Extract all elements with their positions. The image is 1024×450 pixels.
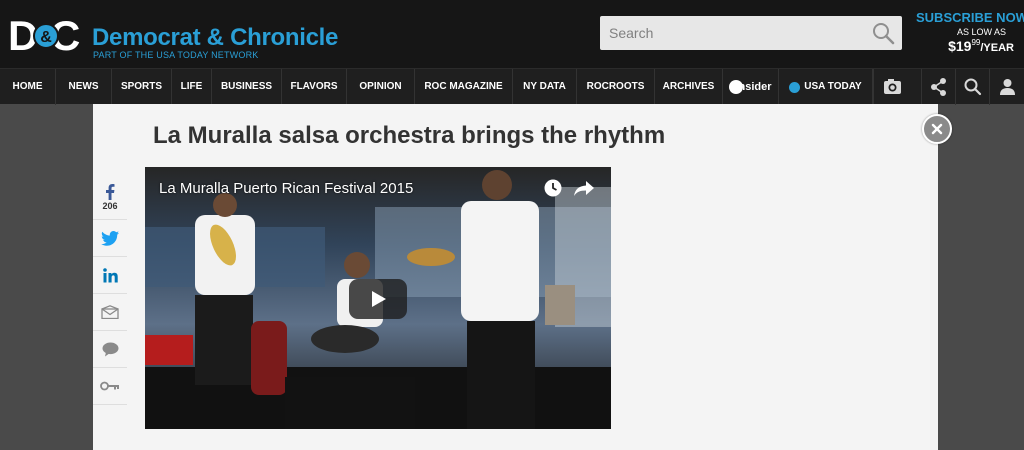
search-box (600, 16, 902, 50)
video-title: La Muralla Puerto Rican Festival 2015 (159, 180, 414, 197)
twitter-icon (101, 230, 119, 246)
nav-item-sports[interactable]: SPORTS (112, 69, 172, 105)
linkedin-icon (102, 267, 118, 282)
play-icon (372, 291, 386, 307)
usa-today-label: USA TODAY (804, 81, 862, 92)
facebook-share-count: 206 (102, 201, 118, 211)
play-button[interactable] (349, 279, 407, 319)
usa-today-dot-icon (789, 81, 801, 93)
comment-icon (102, 342, 118, 356)
nav-item-insider[interactable]: insider (723, 69, 779, 105)
subscribe-title[interactable]: SUBSCRIBE NOW (916, 10, 1024, 25)
email-icon (101, 305, 119, 319)
user-icon (1000, 79, 1015, 95)
share-twitter[interactable] (93, 220, 127, 257)
nav-item-archives[interactable]: ARCHIVES (655, 69, 723, 105)
brand-logo[interactable]: D C & (8, 12, 84, 58)
nav-item-usa-today[interactable]: USA TODAY (779, 69, 873, 105)
share-icon (931, 78, 946, 96)
share-comments[interactable] (93, 331, 127, 368)
nav-item-opinion[interactable]: OPINION (347, 69, 415, 105)
close-button[interactable] (922, 114, 952, 144)
share-gift-key[interactable] (93, 368, 127, 405)
masthead: D C & Democrat & Chronicle PART OF THE U… (0, 0, 1024, 68)
search-input[interactable] (600, 16, 860, 50)
camera-icon (884, 79, 901, 94)
video-player[interactable]: La Muralla Puerto Rican Festival 2015 (145, 167, 611, 429)
nav-item-news[interactable]: NEWS (56, 69, 112, 105)
nav-item-rocroots[interactable]: ROCROOTS (577, 69, 655, 105)
share-arrow-icon[interactable] (573, 178, 595, 198)
share-facebook[interactable]: 206 (93, 176, 127, 220)
search-icon (964, 78, 982, 96)
subscribe-promo[interactable]: SUBSCRIBE NOW AS LOW AS $1999/YEAR (916, 10, 1024, 56)
nav-photos[interactable] (873, 69, 910, 105)
price-dollar: $19 (948, 38, 972, 54)
key-icon (100, 381, 119, 391)
share-linkedin[interactable] (93, 257, 127, 294)
nav-search[interactable] (955, 69, 989, 105)
subscribe-price: $1999/YEAR (916, 38, 1020, 56)
article-title: La Muralla salsa orchestra brings the rh… (153, 122, 666, 149)
nav-item-ny-data[interactable]: NY DATA (513, 69, 577, 105)
share-rail: 206 (93, 176, 127, 405)
subscribe-subtitle: AS LOW AS (956, 27, 1006, 37)
svg-text:&: & (40, 29, 52, 46)
main-nav: HOME NEWS SPORTS LIFE BUSINESS FLAVORS O… (0, 68, 1024, 105)
insider-label: insider (735, 81, 772, 93)
search-icon[interactable] (870, 21, 896, 45)
nav-item-life[interactable]: LIFE (172, 69, 212, 105)
nav-item-business[interactable]: BUSINESS (212, 69, 282, 105)
nav-item-flavors[interactable]: FLAVORS (282, 69, 347, 105)
price-period: /YEAR (980, 42, 1014, 54)
nav-share[interactable] (921, 69, 955, 105)
close-icon (931, 123, 943, 135)
nav-item-roc-magazine[interactable]: ROC MAGAZINE (415, 69, 513, 105)
facebook-icon (106, 184, 115, 200)
brand-name[interactable]: Democrat & Chronicle (92, 24, 338, 52)
share-email[interactable] (93, 294, 127, 331)
brand-tagline: PART OF THE USA TODAY NETWORK (93, 50, 259, 60)
nav-item-home[interactable]: HOME (0, 69, 56, 105)
watch-later-icon[interactable] (543, 178, 563, 198)
nav-account[interactable] (989, 69, 1024, 105)
